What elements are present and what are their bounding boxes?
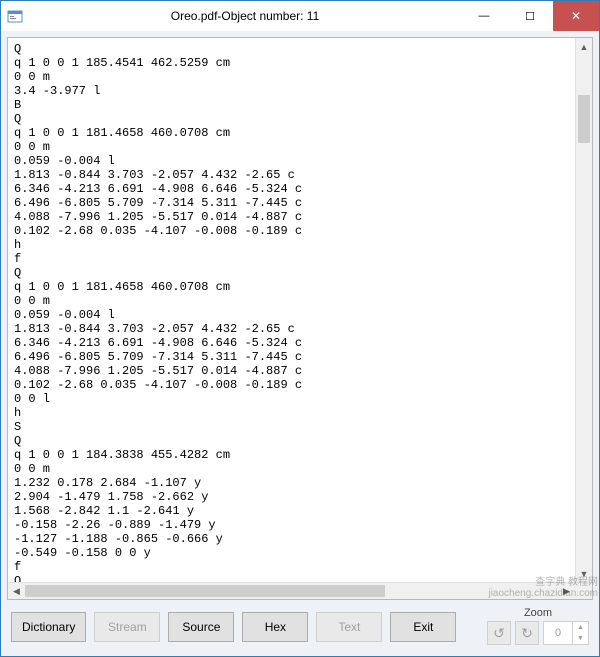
bottom-toolbar: Dictionary Stream Source Hex Text Exit Z… bbox=[7, 600, 593, 650]
exit-button[interactable]: Exit bbox=[390, 612, 456, 642]
app-window: Oreo.pdf-Object number: 11 — ☐ ✕ Q q 1 0… bbox=[0, 0, 600, 657]
maximize-button[interactable]: ☐ bbox=[507, 1, 553, 31]
zoom-down-arrow: ▼ bbox=[573, 633, 588, 644]
zoom-value: 0 bbox=[544, 627, 572, 639]
client-area: Q q 1 0 0 1 185.4541 462.5259 cm 0 0 m 3… bbox=[1, 31, 599, 656]
app-icon bbox=[1, 1, 29, 31]
vscroll-track[interactable] bbox=[576, 55, 592, 565]
window-title: Oreo.pdf-Object number: 11 bbox=[29, 1, 461, 31]
scroll-left-arrow[interactable]: ◀ bbox=[8, 583, 25, 599]
scroll-up-arrow[interactable]: ▲ bbox=[576, 38, 592, 55]
minimize-button[interactable]: — bbox=[461, 1, 507, 31]
hex-button[interactable]: Hex bbox=[242, 612, 308, 642]
zoom-up-arrow: ▲ bbox=[573, 622, 588, 633]
stream-button: Stream bbox=[94, 612, 160, 642]
close-button[interactable]: ✕ bbox=[553, 1, 599, 31]
text-button: Text bbox=[316, 612, 382, 642]
vscroll-thumb[interactable] bbox=[578, 95, 590, 143]
scroll-corner bbox=[575, 583, 592, 599]
content-frame: Q q 1 0 0 1 185.4541 462.5259 cm 0 0 m 3… bbox=[7, 37, 593, 600]
zoom-group: Zoom ↺ ↻ 0 ▲ ▼ bbox=[487, 609, 589, 645]
title-bar: Oreo.pdf-Object number: 11 — ☐ ✕ bbox=[1, 1, 599, 31]
scroll-right-arrow[interactable]: ▶ bbox=[558, 583, 575, 599]
scroll-down-arrow[interactable]: ▼ bbox=[576, 565, 592, 582]
source-button[interactable]: Source bbox=[168, 612, 234, 642]
zoom-spinner: 0 ▲ ▼ bbox=[543, 621, 589, 645]
hscroll-thumb[interactable] bbox=[25, 585, 385, 597]
pdf-stream-text[interactable]: Q q 1 0 0 1 185.4541 462.5259 cm 0 0 m 3… bbox=[8, 38, 575, 582]
rotate-cw-button: ↻ bbox=[515, 621, 539, 645]
horizontal-scrollbar[interactable]: ◀ ▶ bbox=[8, 582, 592, 599]
vertical-scrollbar[interactable]: ▲ ▼ bbox=[575, 38, 592, 582]
hscroll-track[interactable] bbox=[25, 583, 558, 599]
dictionary-button[interactable]: Dictionary bbox=[11, 612, 86, 642]
zoom-label: Zoom bbox=[524, 607, 552, 619]
window-controls: — ☐ ✕ bbox=[461, 1, 599, 31]
rotate-ccw-button: ↺ bbox=[487, 621, 511, 645]
